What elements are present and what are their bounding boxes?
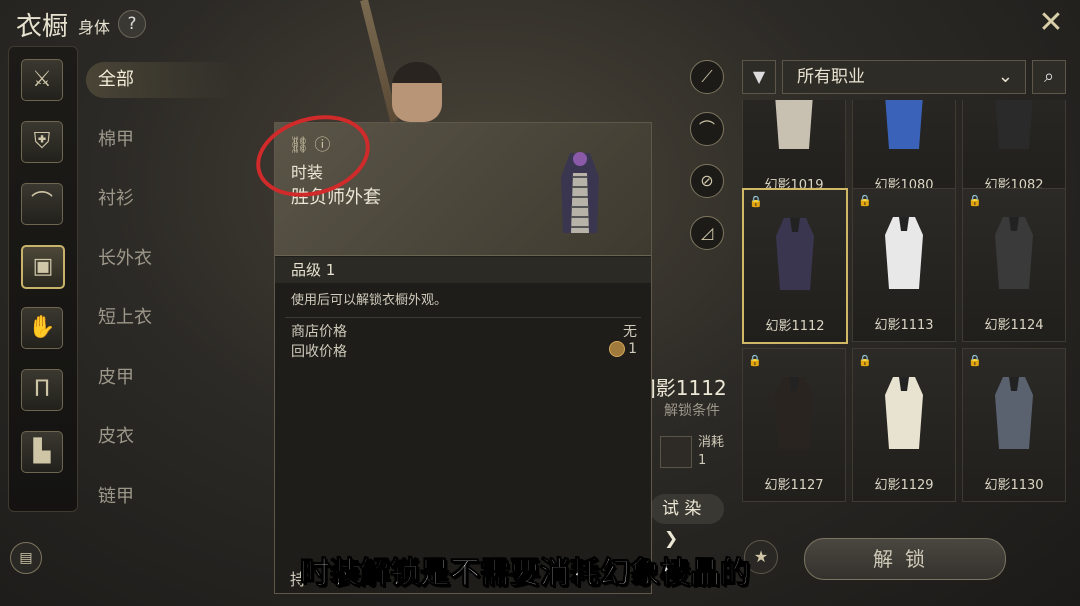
outfit-cell[interactable]: 🔒 幻影1113 — [852, 188, 956, 342]
outfit-cell[interactable]: 幻影1019 — [742, 100, 846, 202]
help-button[interactable]: ? — [118, 10, 146, 38]
outfit-cell[interactable]: 🔒 幻影1130 — [962, 348, 1066, 502]
recycle-price: 1 — [609, 341, 637, 361]
outfit-cell[interactable]: 🔒 幻影1112 — [742, 188, 848, 344]
filter-icon[interactable]: ▼ — [742, 60, 776, 94]
video-caption: 时装解锁是不需要消耗幻象棱晶的 — [300, 556, 751, 592]
outfit-label: 幻影1113 — [874, 318, 934, 333]
category-item[interactable]: 链甲 — [86, 479, 238, 515]
dye-label: 试 染 — [662, 499, 702, 519]
coin-icon — [609, 341, 626, 357]
sword-icon[interactable]: ⟋ — [690, 60, 724, 94]
chevron-down-icon: ⌄ — [997, 66, 1013, 87]
outfit-thumbnail — [885, 377, 923, 449]
consume-info: 消耗 1 — [698, 434, 724, 470]
recycle-price-label: 回收价格 — [291, 344, 347, 360]
outfit-thumbnail — [775, 377, 813, 449]
search-icon[interactable]: ⌕ — [1032, 60, 1066, 94]
lock-icon: 🔒 — [968, 354, 982, 367]
weapon-icon[interactable]: ⚔ — [21, 59, 63, 101]
outfit-thumbnail — [995, 377, 1033, 449]
section-subtitle: 身体 — [78, 18, 111, 37]
recycle-value: 1 — [628, 341, 637, 357]
outfit-label: 幻影1130 — [984, 478, 1044, 493]
tooltip-header: ⛓ ⓘ 时装 胜负师外套 — [246, 102, 651, 256]
outfit-thumbnail — [995, 217, 1033, 289]
outfit-thumbnail — [885, 217, 923, 289]
lock-icon: 🔒 — [858, 194, 872, 207]
consume-count: 1 — [698, 453, 707, 468]
chevron-right-icon: ❯ — [664, 529, 679, 549]
divider — [285, 317, 641, 318]
boots-icon[interactable]: ▙ — [21, 431, 63, 473]
job-select[interactable]: 所有职业 ⌄ — [782, 60, 1026, 94]
hat-icon[interactable]: ⌒ — [21, 183, 63, 225]
job-select-value: 所有职业 — [797, 67, 865, 87]
try-dye-button[interactable]: 试 染 ❯ — [650, 494, 724, 549]
outfit-grid: 幻影1019 幻影1080 幻影1082 🔒 幻影1112 🔒 幻影1113 🔒 幻影1124 🔒… — [742, 100, 1067, 524]
outfit-thumbnail — [776, 218, 814, 290]
wardrobe-icon[interactable]: ▤ — [10, 542, 42, 574]
outfit-name: ]影1112 — [648, 376, 727, 400]
lock-icon: 🔒 — [748, 354, 762, 367]
category-item[interactable]: 长外衣 — [86, 241, 238, 277]
outfit-thumbnail — [885, 100, 923, 149]
outfit-cell[interactable]: 🔒 幻影1129 — [852, 348, 956, 502]
outfit-label: 幻影1112 — [765, 319, 825, 334]
category-item[interactable]: 短上衣 — [86, 300, 238, 336]
outfit-cell[interactable]: 🔒 幻影1127 — [742, 348, 846, 502]
coat-icon — [561, 152, 599, 233]
category-item[interactable]: 皮衣 — [86, 419, 238, 455]
outfit-cell[interactable]: 幻影1080 — [852, 100, 956, 202]
armor-icon[interactable]: ▣ — [21, 245, 65, 289]
shop-price-label: 商店价格 — [291, 324, 347, 340]
recycle-price-row: 回收价格 1 — [291, 341, 637, 361]
lock-icon: 🔒 — [858, 354, 872, 367]
outfit-label: 幻影1124 — [984, 318, 1044, 333]
outfit-label: 幻影1127 — [764, 478, 824, 493]
item-tooltip: ⛓ ⓘ 时装 胜负师外套 品级 1 使用后可以解锁衣橱外观。 商店价格 无 回收… — [246, 102, 652, 594]
category-item[interactable]: 衬衫 — [86, 181, 238, 217]
shop-price-value: 无 — [623, 324, 637, 340]
hide-icon[interactable]: ⊘ — [690, 164, 724, 198]
page-title: 衣橱 — [16, 12, 69, 42]
pose-icon[interactable]: ◿ — [690, 216, 724, 250]
character-preview — [392, 62, 442, 122]
lock-icon: 🔒 — [749, 195, 763, 208]
slot-rail: ⚔ ⛨ ⌒ ▣ ✋ Π ▙ — [8, 46, 78, 512]
glove-icon[interactable]: ✋ — [21, 307, 63, 349]
unlock-condition: 解锁条件 — [664, 403, 720, 419]
lock-icon: 🔒 — [968, 194, 982, 207]
item-grade: 品级 1 — [275, 257, 651, 283]
close-button[interactable]: ✕ — [1036, 8, 1066, 38]
shop-price-row: 商店价格 无 — [291, 321, 637, 341]
outfit-cell[interactable]: 🔒 幻影1124 — [962, 188, 1066, 342]
outfit-thumbnail — [995, 100, 1033, 149]
consume-item-icon — [660, 436, 692, 468]
consume-label: 消耗 — [698, 435, 725, 450]
outfit-thumbnail — [775, 100, 813, 149]
pants-icon[interactable]: Π — [21, 369, 63, 411]
category-item[interactable]: 皮甲 — [86, 360, 238, 396]
shield-icon[interactable]: ⛨ — [21, 121, 63, 163]
category-item[interactable]: 全部 — [86, 62, 238, 98]
outfit-label: 幻影1129 — [874, 478, 934, 493]
hat-icon[interactable]: ⌒ — [690, 112, 724, 146]
outfit-cell[interactable]: 幻影1082 — [962, 100, 1066, 202]
unlock-button[interactable]: 解锁 — [804, 538, 1006, 580]
category-item[interactable]: 棉甲 — [86, 122, 238, 158]
item-description: 使用后可以解锁衣橱外观。 — [291, 293, 448, 308]
